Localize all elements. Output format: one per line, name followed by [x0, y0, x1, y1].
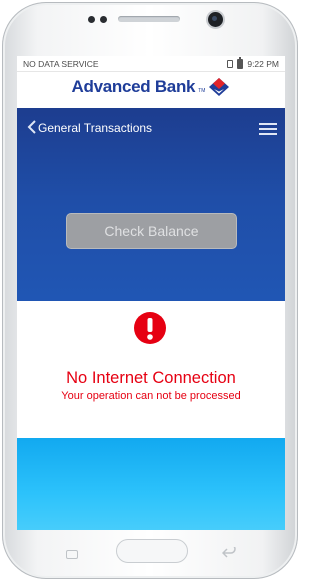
check-balance-button[interactable]: Check Balance: [66, 213, 237, 249]
sensor-dot-right: [100, 16, 107, 23]
brand-name: Advanced Bank: [71, 77, 196, 96]
error-panel: No Internet Connection Your operation ca…: [17, 301, 285, 438]
front-camera: [208, 12, 223, 27]
nav-title: General Transactions: [38, 121, 153, 135]
error-message: Your operation can not be processed: [61, 390, 241, 402]
bank-logo-icon: [209, 78, 230, 96]
home-button[interactable]: [116, 539, 188, 563]
sensor-dot-left: [88, 16, 95, 23]
recent-apps-icon[interactable]: [66, 550, 78, 559]
brand-header: Advanced Bank TM: [17, 72, 285, 102]
navigation-bar: General Transactions: [17, 114, 285, 142]
carrier-status: NO DATA SERVICE: [23, 58, 99, 69]
trademark-label: TM: [198, 88, 206, 94]
hamburger-menu-icon[interactable]: [259, 123, 277, 135]
phone-frame: NO DATA SERVICE 9:22 PM Advanced Bank TM: [2, 2, 298, 579]
battery-icon: [237, 56, 244, 69]
status-icons: 9:22 PM: [227, 56, 279, 69]
footer-background: [17, 438, 285, 530]
exclamation-circle-icon: [134, 312, 166, 344]
earpiece-speaker: [118, 16, 180, 22]
clock-time: 9:22 PM: [247, 58, 279, 69]
screen: NO DATA SERVICE 9:22 PM Advanced Bank TM: [17, 56, 285, 530]
status-bar: NO DATA SERVICE 9:22 PM: [17, 56, 285, 72]
chevron-left-icon[interactable]: [25, 118, 39, 136]
back-arrow-icon[interactable]: [222, 547, 236, 559]
sim-card-icon: [227, 59, 234, 68]
error-title: No Internet Connection: [66, 369, 236, 387]
